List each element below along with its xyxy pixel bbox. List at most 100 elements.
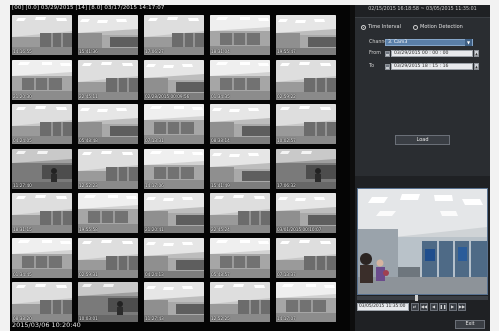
calendar-icon[interactable] xyxy=(385,51,390,57)
camera-thumbnail[interactable]: 22:45:11 xyxy=(78,59,138,100)
camera-thumbnail[interactable]: 12:52:23 xyxy=(78,148,138,189)
thumbnail-timestamp: 05:48:48 xyxy=(79,138,98,143)
camera-thumbnail[interactable]: 18:31:04 xyxy=(210,15,270,55)
camera-thumbnail[interactable]: 15:41:49 xyxy=(210,148,270,189)
thumbnail-timestamp: 14:17:06 xyxy=(145,182,164,188)
thumbnail-timestamp: 10:02:57 xyxy=(277,138,296,143)
camera-thumbnail[interactable]: 05:48:48 xyxy=(78,104,138,144)
rewind-icon[interactable]: ◀◀ xyxy=(420,302,428,311)
chevron-down-icon: ▼ xyxy=(465,39,472,46)
camera-thumbnail[interactable]: 11:27:40 xyxy=(12,148,72,189)
camera-thumbnail[interactable]: 10:02:57 xyxy=(276,104,336,144)
spin-up-icon[interactable]: ▲ xyxy=(474,63,479,70)
channel-select-value: 3. Cam3 xyxy=(388,40,408,45)
camera-thumbnail[interactable]: 21:20:41 xyxy=(144,193,204,233)
camera-thumbnail[interactable]: 18:31:15 xyxy=(12,193,72,233)
to-label: To xyxy=(369,64,375,69)
camera-thumbnail[interactable]: 02:59:22 xyxy=(276,59,336,100)
to-datetime-field[interactable]: 03/29/2015 18 : 15 : 16 xyxy=(391,63,473,70)
scrub-handle[interactable] xyxy=(415,295,418,301)
play-icon[interactable]: ▶ xyxy=(448,302,457,311)
thumbnail-timestamp: 02/28/2015 00:09:56 xyxy=(145,93,190,99)
camera-thumbnail[interactable]: 14:17:06 xyxy=(144,148,204,189)
thumbnail-browser: [00] [0.0] 03/29/2015 [14] [8.0] 03/17/2… xyxy=(10,5,350,331)
calendar-icon[interactable] xyxy=(385,64,390,70)
thumbnail-timestamp: 07:13:37 xyxy=(277,271,296,277)
pause-icon[interactable]: ❚❚ xyxy=(439,302,447,311)
camera-thumbnail[interactable]: 08:38:14 xyxy=(210,104,270,144)
recording-range-text: 02/15/2015 16:18:58 ~ 03/05/2015 11:35:0… xyxy=(368,7,477,12)
camera-thumbnail[interactable]: 08:38:20 xyxy=(12,282,72,322)
camera-thumbnail[interactable]: 17:06:32 xyxy=(276,148,336,189)
thumbnail-timestamp: 17:06:27 xyxy=(145,49,164,54)
office-camera-image xyxy=(358,189,487,294)
thumbnail-header-text: [00] [0.0] 03/29/2015 [14] [8.0] 03/17/2… xyxy=(12,5,165,11)
camera-thumbnail[interactable]: 11:27:43 xyxy=(144,282,204,322)
camera-thumbnail[interactable]: 12:52:25 xyxy=(210,282,270,322)
thumbnail-timestamp: 02:59:31 xyxy=(79,271,98,277)
thumbnail-timestamp: 22:45:11 xyxy=(79,93,98,99)
mode-motion-detection-label: Motion Detection xyxy=(420,24,463,30)
mode-time-interval-radio[interactable]: Time Interval xyxy=(361,24,401,30)
camera-thumbnail[interactable]: 19:55:58 xyxy=(78,193,138,233)
camera-thumbnail[interactable]: 10:03:01 xyxy=(78,282,138,322)
thumbnail-timestamp: 02:59:22 xyxy=(277,93,296,99)
load-button[interactable]: Load xyxy=(395,135,450,145)
channel-select[interactable]: 3. Cam3 ▼ xyxy=(385,39,473,46)
thumbnail-timestamp: 21:20:30 xyxy=(13,93,32,99)
thumbnail-timestamp: 03/01/2015 00:10:07 xyxy=(277,227,322,232)
camera-thumbnail[interactable]: 03/01/2015 00:10:07 xyxy=(276,193,336,233)
mode-time-interval-label: Time Interval xyxy=(368,24,401,30)
thumbnail-timestamp: 12:52:23 xyxy=(79,182,98,188)
thumbnail-timestamp: 18:31:15 xyxy=(13,227,32,232)
thumbnail-timestamp: 14:16:55 xyxy=(13,49,32,54)
fast-forward-icon[interactable]: ▶▶ xyxy=(458,302,466,311)
camera-thumbnail[interactable]: 04:24:13 xyxy=(144,237,204,278)
thumbnail-timestamp: 11:27:43 xyxy=(145,316,164,321)
spin-up-icon[interactable]: ▲ xyxy=(474,50,479,57)
radio-checked-icon xyxy=(361,24,366,30)
thumbnail-timestamp: 21:20:41 xyxy=(145,227,164,232)
sync-icon[interactable]: ⇄ xyxy=(410,302,419,311)
thumbnail-timestamp: 10:03:01 xyxy=(79,316,98,321)
camera-thumbnail[interactable]: 04:24:05 xyxy=(12,104,72,144)
camera-thumbnail[interactable]: 02/28/2015 00:09:56 xyxy=(144,59,204,100)
thumbnail-timestamp: 19:55:47 xyxy=(277,49,296,54)
camera-thumbnail[interactable]: 17:06:27 xyxy=(144,15,204,55)
thumbnail-timestamp: 01:34:45 xyxy=(13,271,32,277)
thumbnail-timestamp: 11:27:40 xyxy=(13,182,32,188)
exit-button[interactable]: Exit xyxy=(455,320,485,329)
camera-thumbnail[interactable]: 21:20:30 xyxy=(12,59,72,100)
camera-thumbnail[interactable]: 01:34:35 xyxy=(210,59,270,100)
thumbnail-timestamp: 15:41:36 xyxy=(79,49,98,54)
step-back-icon[interactable]: ◀ xyxy=(429,302,438,311)
camera-thumbnail[interactable]: 01:34:45 xyxy=(12,237,72,278)
playback-controls: 03/05/2015 11:35:00 ⇄ ◀◀ ◀ ❚❚ ▶ ▶▶ xyxy=(357,302,488,311)
playback-time-value: 03/05/2015 11:35:00 xyxy=(359,304,406,309)
camera-thumbnail[interactable]: 02:59:31 xyxy=(78,237,138,278)
search-panel: Time Interval Motion Detection Channel 3… xyxy=(355,17,490,176)
thumbnail-timestamp: 04:24:13 xyxy=(145,271,164,277)
camera-thumbnail[interactable]: 14:16:55 xyxy=(12,15,72,55)
from-label: From xyxy=(369,51,381,56)
playback-time-field[interactable]: 03/05/2015 11:35:00 xyxy=(357,302,409,311)
dvr-playback-window: [00] [0.0] 03/29/2015 [14] [8.0] 03/17/2… xyxy=(10,5,490,331)
to-datetime-value: 03/29/2015 18 : 15 : 16 xyxy=(394,64,449,69)
camera-thumbnail[interactable]: 22:45:24 xyxy=(210,193,270,233)
playback-scrub-bar[interactable] xyxy=(357,295,488,301)
camera-thumbnail[interactable]: 15:41:36 xyxy=(78,15,138,55)
thumbnail-timestamp: 07:13:31 xyxy=(145,138,164,143)
camera-thumbnail[interactable]: 19:55:47 xyxy=(276,15,336,55)
thumbnail-timestamp: 18:31:04 xyxy=(211,49,230,54)
mode-motion-detection-radio[interactable]: Motion Detection xyxy=(413,24,463,30)
camera-thumbnail[interactable]: 14:17:07 xyxy=(276,282,336,322)
playback-preview xyxy=(357,188,488,295)
camera-thumbnail[interactable]: 07:13:37 xyxy=(276,237,336,278)
camera-thumbnail[interactable]: 05:48:57 xyxy=(210,237,270,278)
from-datetime-field[interactable]: 03/29/2015 00 : 00 : 00 xyxy=(391,50,473,57)
camera-thumbnail[interactable]: 07:13:31 xyxy=(144,104,204,144)
thumbnail-timestamp: 12:52:25 xyxy=(211,316,230,321)
from-datetime-value: 03/29/2015 00 : 00 : 00 xyxy=(394,51,449,56)
thumbnail-footer-timestamp: 2015/03/06 10:20:40 xyxy=(12,321,81,329)
radio-unchecked-icon xyxy=(413,24,418,30)
